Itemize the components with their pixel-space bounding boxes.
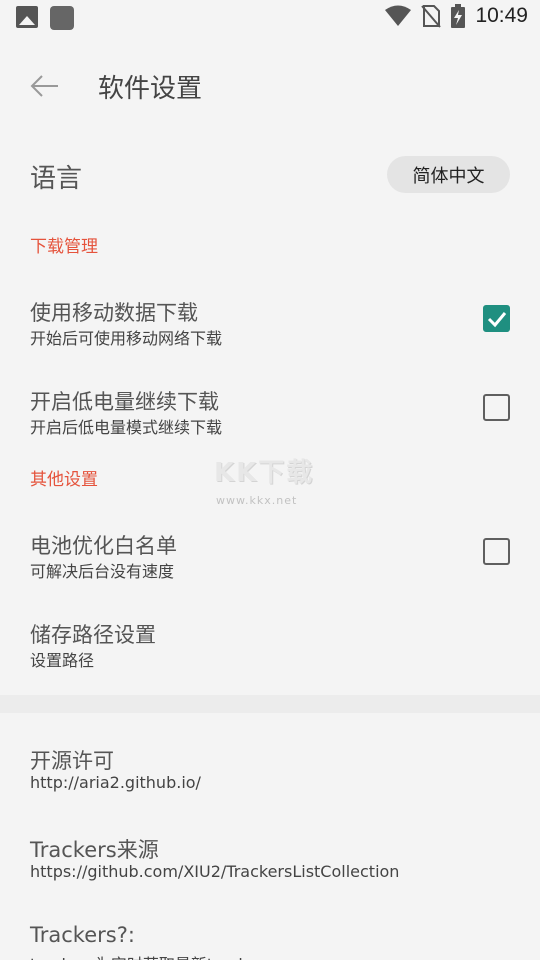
wifi-icon (385, 5, 412, 26)
setting-title: 开源许可 (30, 749, 114, 773)
setting-mobile-data[interactable]: 使用移动数据下载 开始后可使用移动网络下载 (0, 297, 540, 367)
clock: 10:49 (475, 4, 528, 27)
setting-title: Trackers来源 (30, 838, 159, 862)
watermark-url: www.kkx.net (216, 494, 298, 507)
setting-subtitle: 开启后低电量模式继续下载 (30, 418, 223, 437)
language-label: 语言 (30, 164, 83, 194)
setting-subtitle: https://github.com/XIU2/TrackersListColl… (30, 862, 400, 881)
mobile-data-checkbox[interactable] (483, 305, 510, 332)
watermark-logo: KK下载 (214, 458, 315, 488)
setting-open-source[interactable]: 开源许可 http://aria2.github.io/ (0, 745, 540, 815)
setting-trackers-source[interactable]: Trackers来源 https://github.com/XIU2/Track… (0, 834, 540, 904)
gallery-icon (16, 6, 38, 28)
setting-subtitle: trackers为实时获取最新trackers (30, 951, 272, 960)
arrow-left-icon (30, 75, 58, 97)
section-divider (0, 695, 540, 713)
setting-trackers-info[interactable]: Trackers?: trackers为实时获取最新trackers (0, 923, 540, 960)
app-header: 软件设置 (0, 36, 540, 136)
setting-low-battery[interactable]: 开启低电量继续下载 开启后低电量模式继续下载 (0, 386, 540, 456)
low-battery-checkbox[interactable] (483, 394, 510, 421)
setting-title: 使用移动数据下载 (30, 301, 198, 325)
setting-subtitle: 开始后可使用移动网络下载 (30, 329, 223, 348)
setting-title: Trackers?: (30, 923, 135, 947)
setting-subtitle: 设置路径 (30, 651, 95, 670)
back-button[interactable] (26, 68, 62, 104)
language-row: 语言 简体中文 (0, 150, 540, 210)
setting-subtitle: 可解决后台没有速度 (30, 562, 175, 581)
status-bar: 10:49 (0, 0, 540, 36)
language-selector-button[interactable]: 简体中文 (387, 156, 510, 193)
setting-title: 开启低电量继续下载 (30, 390, 219, 414)
battery-charging-icon (451, 4, 466, 28)
battery-whitelist-checkbox[interactable] (483, 538, 510, 565)
setting-battery-whitelist[interactable]: 电池优化白名单 可解决后台没有速度 (0, 530, 540, 600)
app-square-icon (50, 6, 74, 30)
section-header-other: 其他设置 (30, 470, 98, 490)
page-title: 软件设置 (98, 74, 203, 104)
section-header-download: 下载管理 (30, 237, 98, 257)
setting-subtitle: http://aria2.github.io/ (30, 773, 201, 792)
setting-title: 储存路径设置 (30, 623, 156, 647)
setting-title: 电池优化白名单 (30, 534, 177, 558)
setting-storage-path[interactable]: 储存路径设置 设置路径 (0, 619, 540, 689)
no-sim-icon (421, 5, 442, 28)
watermark: KK下载 www.kkx.net (214, 452, 334, 512)
checkmark-icon (487, 312, 507, 328)
